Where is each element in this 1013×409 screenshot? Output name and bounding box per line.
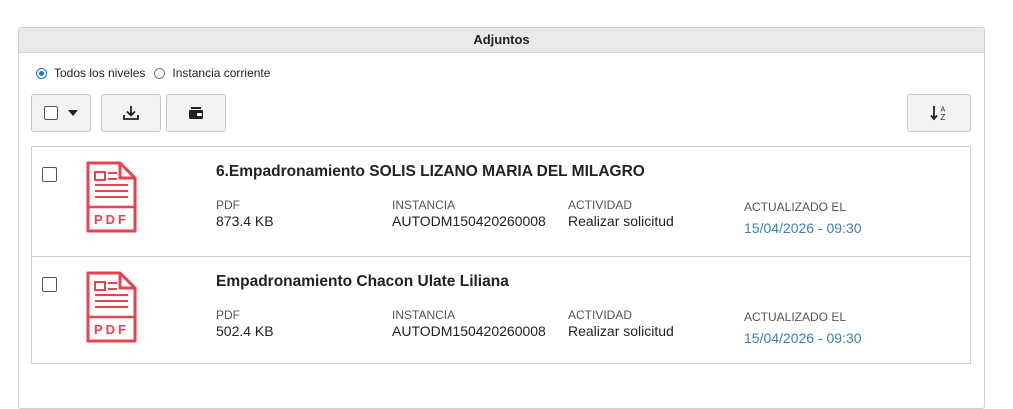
updated-value: 15/04/2026 - 09:30	[744, 330, 862, 346]
radio-current-instance-label: Instancia corriente	[172, 66, 271, 80]
svg-text:Z: Z	[941, 113, 946, 122]
radio-unselected-icon[interactable]	[154, 67, 166, 79]
updated-label: ACTUALIZADO EL	[744, 310, 847, 324]
size-value: 502.4 KB	[216, 323, 274, 339]
radio-selected-icon[interactable]	[36, 67, 47, 79]
chevron-down-icon	[68, 110, 78, 116]
attachment-title[interactable]: Empadronamiento Chacon Ulate Liliana	[216, 273, 509, 291]
pdf-file-icon: PDF	[86, 161, 137, 233]
wallet-icon	[189, 107, 203, 119]
attachments-list: PDF 6.Empadronamiento SOLIS LIZANO MARIA…	[31, 146, 971, 364]
sort-alpha-icon: A Z	[930, 106, 946, 122]
activity-value: Realizar solicitud	[568, 323, 674, 339]
wallet-button[interactable]	[166, 94, 226, 132]
activity-value: Realizar solicitud	[568, 213, 674, 229]
download-button[interactable]	[101, 94, 161, 132]
download-icon	[123, 106, 139, 120]
select-all-dropdown-button[interactable]	[31, 94, 91, 132]
radio-all-levels-label: Todos los niveles	[54, 66, 146, 80]
type-label: PDF	[216, 198, 240, 212]
updated-value: 15/04/2026 - 09:30	[744, 220, 862, 236]
svg-text:PDF: PDF	[94, 322, 129, 337]
level-radio-group: Todos los niveles Instancia corriente	[36, 66, 279, 80]
sort-button[interactable]: A Z	[907, 94, 971, 132]
instance-value: AUTODM150420260008	[392, 323, 546, 339]
updated-label: ACTUALIZADO EL	[744, 200, 847, 214]
panel-title: Adjuntos	[19, 28, 984, 53]
pdf-file-icon: PDF	[86, 271, 137, 343]
radio-current-instance[interactable]: Instancia corriente	[154, 66, 270, 80]
instance-label: INSTANCIA	[392, 308, 456, 322]
instance-value: AUTODM150420260008	[392, 213, 546, 229]
instance-label: INSTANCIA	[392, 198, 456, 212]
item-checkbox[interactable]	[42, 167, 57, 182]
activity-label: ACTIVIDAD	[568, 308, 633, 322]
radio-all-levels[interactable]: Todos los niveles	[36, 66, 145, 80]
select-all-checkbox[interactable]	[44, 106, 58, 120]
list-item[interactable]: PDF 6.Empadronamiento SOLIS LIZANO MARIA…	[32, 147, 970, 256]
attachments-panel: Adjuntos Todos los niveles Instancia cor…	[18, 27, 985, 409]
type-label: PDF	[216, 308, 240, 322]
svg-text:PDF: PDF	[94, 212, 129, 227]
size-value: 873.4 KB	[216, 213, 274, 229]
attachment-title[interactable]: 6.Empadronamiento SOLIS LIZANO MARIA DEL…	[216, 163, 645, 181]
list-item[interactable]: PDF Empadronamiento Chacon Ulate Liliana…	[32, 256, 970, 365]
activity-label: ACTIVIDAD	[568, 198, 633, 212]
item-checkbox[interactable]	[42, 277, 57, 292]
